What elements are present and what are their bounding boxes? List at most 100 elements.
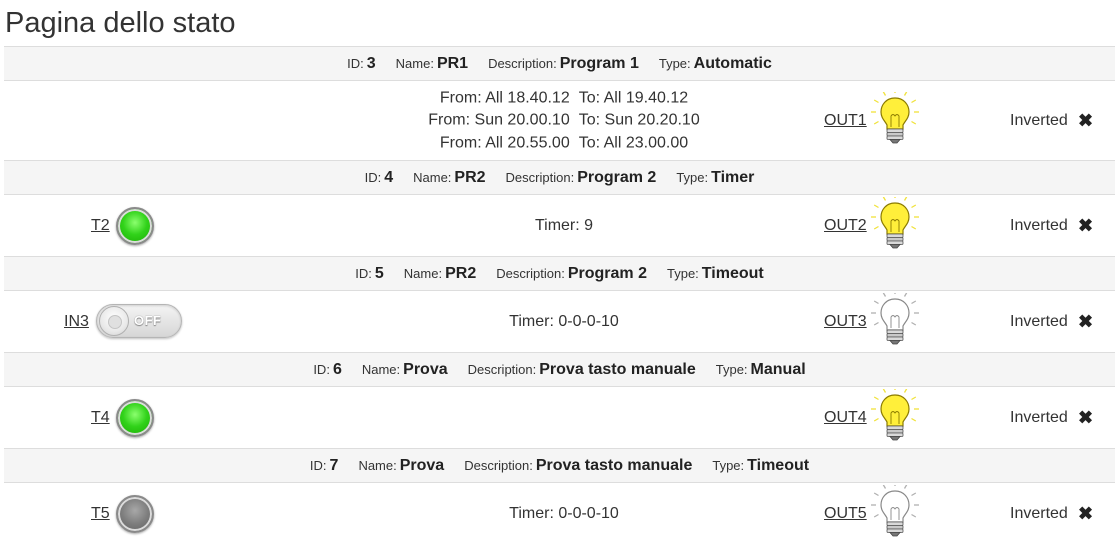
led-gray-icon [116,494,154,533]
timer: Timer: 9 [304,214,824,237]
schedule-entry: From: All 18.40.12 To: All 19.40.12 [304,87,824,110]
program-name: Name: Prova [358,457,444,475]
name-label: Name: [403,265,443,281]
close-icon[interactable]: ✖ [1078,311,1093,332]
toggle-state-text: OFF [134,312,162,328]
description-label: Description: [464,457,533,473]
type-value: Timer [711,168,755,186]
close-icon[interactable]: ✖ [1078,110,1093,131]
program-type: Type: Timeout [667,265,764,283]
from-label: From: [439,88,482,106]
description-value: Program 1 [559,54,639,72]
inverted-label: Inverted [1010,504,1068,522]
program-id: ID: 5 [355,265,384,283]
from-label: From: [439,133,482,151]
from-value: All 20.55.00 [485,133,570,151]
program-id: ID: 7 [310,457,339,475]
program-id: ID: 4 [365,169,394,187]
program-id: ID: 3 [347,55,376,73]
timer: Timer: 0-0-0-10 [304,310,824,333]
lightbulb-off-icon[interactable] [870,288,920,349]
id-label: ID: [355,265,372,281]
output-link[interactable]: OUT4 [824,409,867,427]
timer-value: 9 [584,216,594,234]
output-link[interactable]: OUT5 [824,505,867,523]
description-value: Prova tasto manuale [539,360,696,378]
to-value: Sun 20.20.10 [604,111,700,129]
from-label: From: [428,111,471,129]
to-label: To: [578,111,601,129]
close-icon[interactable]: ✖ [1078,215,1093,236]
lightbulb-on-icon[interactable] [870,384,920,445]
lightbulb-on-icon[interactable] [870,192,920,253]
output-link[interactable]: OUT2 [824,217,867,235]
id-value: 4 [384,168,394,186]
type-label: Type: [667,265,699,281]
program-name: Name: PR2 [413,169,485,187]
program-description: Description: Program 2 [496,265,647,283]
program-header: ID: 7 Name: Prova Description: Prova tasto … [4,448,1115,482]
description-value: Prova tasto manuale [535,456,693,474]
to-label: To: [578,88,601,106]
program-description: Description: Program 1 [488,55,639,73]
timer-value: 0-0-0-10 [558,312,619,330]
type-value: Manual [750,360,806,378]
close-icon[interactable]: ✖ [1078,503,1093,524]
input-link[interactable]: T2 [91,217,110,235]
inverted-label: Inverted [1010,312,1068,330]
program-name: Name: PR2 [404,265,476,283]
id-label: ID: [347,55,364,71]
schedule-entry: From: All 20.55.00 To: All 23.00.00 [304,132,824,155]
lightbulb-off-icon[interactable] [870,480,920,541]
program-description: Description: Prova tasto manuale [468,361,696,379]
id-value: 5 [374,264,384,282]
toggle-knob [99,305,129,336]
type-label: Type: [715,361,748,377]
input-link[interactable]: IN3 [64,313,89,331]
program-description: Description: Program 2 [506,169,657,187]
schedule-entry: From: Sun 20.00.10 To: Sun 20.20.10 [304,109,824,132]
program-id: ID: 6 [313,361,342,379]
program-type: Type: Automatic [659,55,772,73]
id-value: 3 [366,54,376,72]
close-icon[interactable]: ✖ [1078,407,1093,428]
type-value: Timeout [747,456,810,474]
program-type: Type: Timeout [712,457,809,475]
name-value: Prova [403,360,448,378]
type-label: Type: [658,55,691,71]
program-header: ID: 6 Name: Prova Description: Prova tasto … [4,352,1115,386]
description-label: Description: [505,169,575,185]
name-label: Name: [358,457,397,473]
output-link[interactable]: OUT3 [824,313,867,331]
type-label: Type: [712,457,745,473]
timer-value: 0-0-0-10 [558,504,619,522]
input-link[interactable]: T4 [91,409,110,427]
program-name: Name: Prova [362,361,448,379]
output-link[interactable]: OUT1 [824,112,867,130]
name-label: Name: [361,361,401,377]
input-toggle-switch[interactable]: OFF [96,303,182,338]
description-value: Program 2 [577,168,657,186]
program-row: T4 OUT4 Inverted ✖ [4,384,1115,448]
name-value: PR2 [445,264,477,282]
program-row: T5 Timer: 0-0-0-10 OUT5 Inverted ✖ [4,480,1115,544]
program-header: ID: 5 Name: PR2 Description: Program 2 Type… [4,256,1115,290]
name-label: Name: [413,169,452,185]
name-value: Prova [399,456,445,474]
from-value: All 18.40.12 [485,88,570,106]
inverted-label: Inverted [1010,408,1068,426]
type-value: Timeout [701,264,764,282]
name-value: PR2 [454,168,486,186]
input-link[interactable]: T5 [91,505,110,523]
timer-label: Timer: [509,312,554,330]
program-list: ID: 3 Name: PR1 Description: Program 1 Type… [4,46,1115,544]
program-row: IN3 OFF Timer: 0-0-0-10 OUT3 Inverted ✖ [4,288,1115,352]
program-row: From: All 18.40.12 To: All 19.40.12 From: … [4,80,1115,160]
description-label: Description: [467,361,537,377]
description-value: Program 2 [567,264,647,282]
id-value: 7 [329,456,339,474]
lightbulb-on-icon[interactable] [870,87,920,148]
led-green-icon [116,206,154,245]
type-value: Automatic [693,54,772,72]
program-name: Name: PR1 [396,55,468,73]
